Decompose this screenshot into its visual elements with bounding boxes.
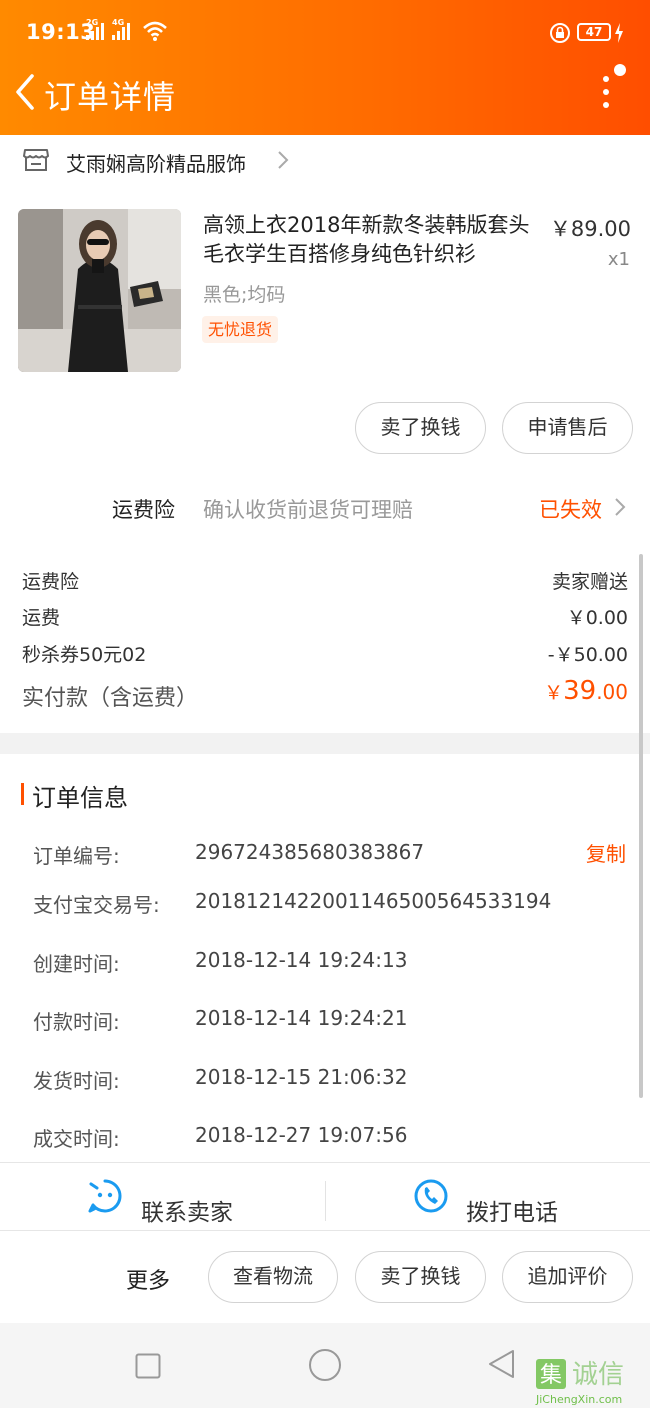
vertical-ellipsis-icon — [603, 76, 609, 82]
fee-value: ￥0.00 — [566, 607, 628, 629]
order-number-label: 订单编号: — [33, 844, 120, 868]
chat-face-icon — [88, 1179, 122, 1213]
chevron-left-icon[interactable] — [8, 70, 44, 114]
wifi-icon — [143, 21, 167, 41]
insurance-description: 确认收货前退货可理赔 — [203, 498, 413, 522]
battery-icon: 47 — [577, 23, 611, 41]
paid-time-label: 付款时间: — [33, 1010, 120, 1034]
status-time: 19:13 — [26, 20, 96, 44]
after-sales-button[interactable]: 申请售后 — [502, 402, 633, 454]
product-sku: 黑色;均码 — [203, 284, 286, 306]
chevron-right-icon — [278, 151, 289, 169]
sim2-tag: 4G — [112, 18, 125, 27]
page-title: 订单详情 — [44, 78, 177, 116]
signal-icon: 2G — [86, 18, 104, 40]
resell-button[interactable]: 卖了换钱 — [355, 1251, 486, 1303]
product-image[interactable] — [18, 209, 181, 372]
shop-row[interactable]: 艾雨娴高阶精品服饰 — [0, 135, 650, 187]
total-paid-row: 实付款（含运费） ￥39.00 — [22, 676, 628, 712]
fee-value: 卖家赠送 — [551, 571, 628, 593]
fee-label: 秒杀券50元02 — [22, 644, 147, 666]
resell-button[interactable]: 卖了换钱 — [355, 402, 486, 454]
fee-row-insurance: 运费险 卖家赠送 — [22, 567, 628, 594]
recent-apps-icon[interactable] — [135, 1353, 161, 1379]
paid-time-value: 2018-12-14 19:24:21 — [195, 1006, 408, 1030]
store-icon — [23, 149, 49, 171]
total-currency: ￥ — [544, 682, 564, 704]
total-integer: 39 — [563, 676, 597, 706]
more-button[interactable]: 更多 — [126, 1263, 170, 1295]
sim1-tag: 2G — [86, 18, 99, 27]
svg-text:集: 集 — [540, 1363, 562, 1388]
vertical-ellipsis-icon — [603, 102, 609, 108]
created-time-value: 2018-12-14 19:24:13 — [195, 948, 408, 972]
back-triangle-icon[interactable] — [486, 1348, 516, 1380]
shop-name[interactable]: 艾雨娴高阶精品服饰 — [66, 148, 246, 177]
created-time-label: 创建时间: — [33, 952, 120, 976]
fee-row-shipping: 运费 ￥0.00 — [22, 603, 628, 630]
charging-icon — [615, 23, 623, 43]
lock-icon — [550, 23, 570, 43]
section-accent-bar — [21, 783, 24, 805]
notification-dot — [614, 64, 626, 76]
footer-action-bar: 更多 查看物流 卖了换钱 追加评价 — [0, 1231, 650, 1323]
shipped-time-label: 发货时间: — [33, 1069, 120, 1093]
completed-time-label: 成交时间: — [33, 1127, 120, 1151]
fee-label: 运费险 — [22, 571, 80, 593]
order-number-value: 296724385680383867 — [195, 840, 425, 864]
scrollbar[interactable] — [639, 554, 643, 1098]
product-price: ￥89.00 — [549, 217, 631, 241]
alipay-trade-label: 支付宝交易号: — [33, 893, 160, 917]
total-label: 实付款（含运费） — [22, 686, 199, 711]
product-title[interactable]: 高领上衣2018年新款冬装韩版套头毛衣学生百搭修身纯色针织衫 — [203, 211, 533, 269]
view-logistics-button[interactable]: 查看物流 — [208, 1251, 338, 1303]
chevron-right-icon — [615, 498, 626, 516]
call-phone-button[interactable]: 拨打电话 — [326, 1163, 650, 1232]
fee-value: -￥50.00 — [547, 644, 628, 666]
completed-time-value: 2018-12-27 19:07:56 — [195, 1123, 408, 1147]
status-bar: 19:13 2G 4G 47 — [0, 0, 650, 66]
signal-group: 2G 4G — [86, 18, 130, 40]
insurance-status[interactable]: 已失效 — [539, 494, 602, 524]
total-decimal: .00 — [596, 680, 628, 704]
product-quantity: x1 — [607, 249, 630, 270]
section-divider — [0, 733, 650, 754]
contact-seller-button[interactable]: 联系卖家 — [0, 1163, 325, 1232]
product-photo — [18, 209, 181, 372]
app-header: 19:13 2G 4G 47 订单详情 — [0, 0, 650, 135]
fee-row-coupon: 秒杀券50元02 -￥50.00 — [22, 640, 628, 667]
site-watermark-logo: 集 诚信 JiChengXin.com — [535, 1359, 624, 1406]
order-info-title: 订单信息 — [32, 784, 128, 812]
vertical-ellipsis-icon — [603, 89, 609, 95]
call-phone-label: 拨打电话 — [466, 1200, 558, 1226]
copy-button[interactable]: 复制 — [586, 838, 626, 867]
watermark-site-text: JiChengXin.com — [535, 1393, 622, 1406]
alipay-trade-value: 2018121422001146500564533194 — [195, 889, 552, 913]
contact-seller-label: 联系卖家 — [141, 1200, 233, 1226]
return-guarantee-badge: 无忧退货 — [202, 316, 279, 343]
svg-text:诚信: 诚信 — [572, 1360, 624, 1390]
signal-icon: 4G — [112, 18, 130, 40]
more-menu-button[interactable] — [596, 62, 636, 112]
home-icon[interactable] — [308, 1348, 342, 1382]
contact-bar: 联系卖家 拨打电话 — [0, 1162, 650, 1231]
phone-icon — [414, 1179, 448, 1213]
shipped-time-value: 2018-12-15 21:06:32 — [195, 1065, 408, 1089]
insurance-label: 运费险 — [112, 498, 175, 522]
fee-label: 运费 — [22, 607, 61, 629]
add-review-button[interactable]: 追加评价 — [502, 1251, 633, 1303]
total-amount: ￥39.00 — [544, 676, 628, 706]
